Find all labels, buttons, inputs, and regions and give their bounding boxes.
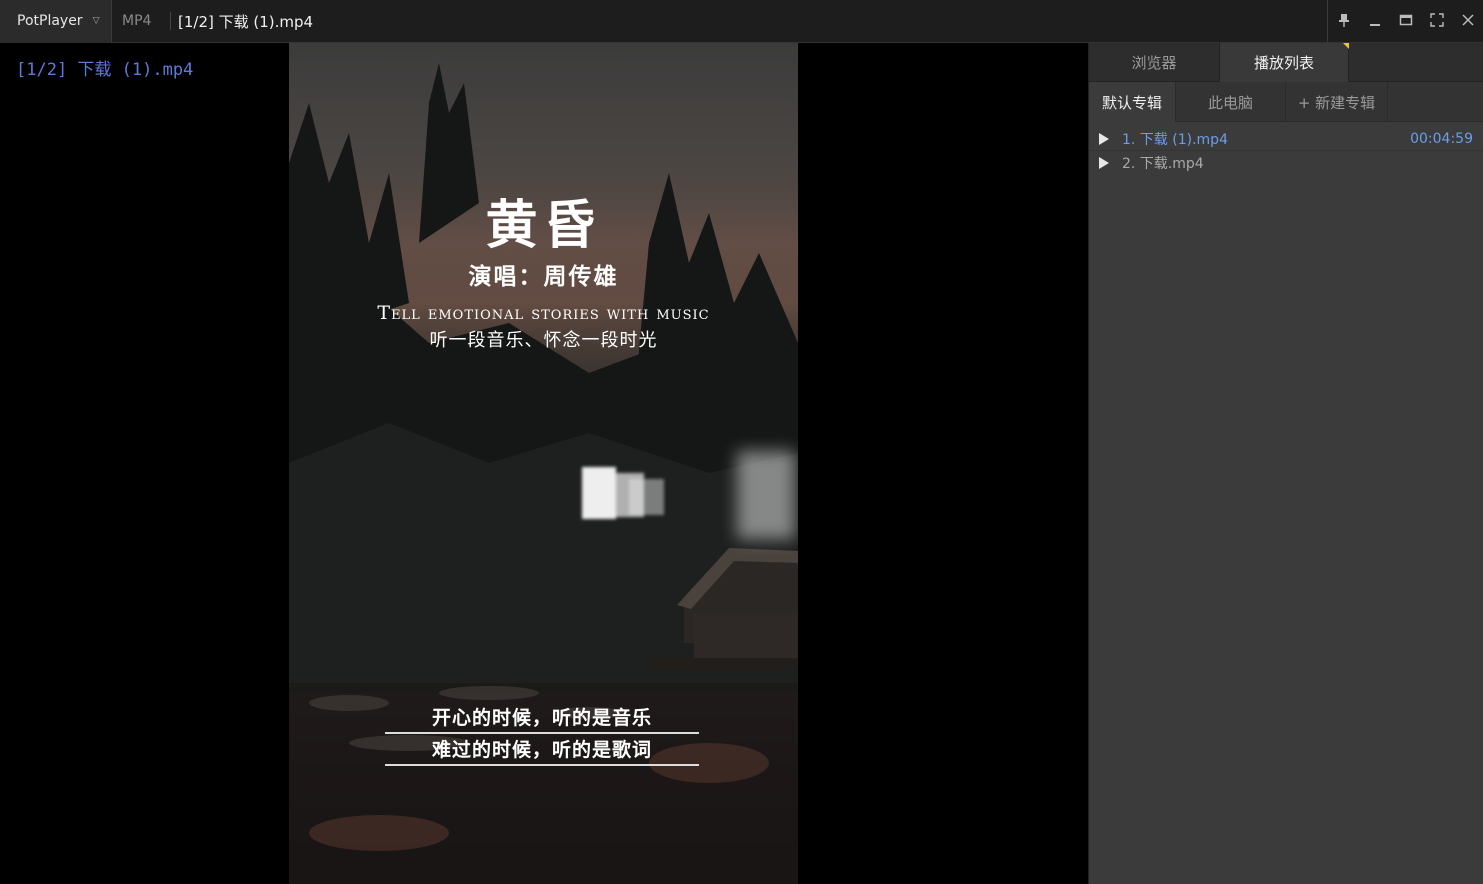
tagline-chinese: 听一段音乐、怀念一段时光: [429, 330, 658, 351]
window-title: [1/2] 下载 (1).mp4: [178, 12, 314, 31]
tab-default-album[interactable]: 默认专辑: [1089, 82, 1176, 122]
minimize-icon[interactable]: [1359, 13, 1390, 31]
video-frame[interactable]: 黄昏 演唱：周传雄 Tell emotional stories with mu…: [289, 43, 798, 884]
tab-playlist[interactable]: 播放列表: [1219, 43, 1349, 82]
album-tabs: 默认专辑 此电脑 + 新建专辑: [1089, 82, 1483, 122]
tab-browser[interactable]: 浏览器: [1089, 43, 1219, 82]
title-bar: PotPlayer ▽ MP4 [1/2] 下载 (1).mp4: [0, 0, 1483, 43]
side-panel: 浏览器 播放列表 默认专辑 此电脑 + 新建专辑 1. 下载 (1).mp4 0…: [1088, 43, 1483, 884]
blurred-text-graphic: [574, 461, 669, 544]
app-menu-button[interactable]: PotPlayer ▽: [0, 0, 112, 43]
playlist-item-1[interactable]: 1. 下载 (1).mp4 00:04:59: [1089, 127, 1483, 151]
play-icon: [1099, 132, 1113, 146]
ghost-text-graphic: [737, 451, 795, 539]
window-controls: [1327, 0, 1483, 43]
title-divider: [170, 12, 171, 30]
tagline-english: Tell emotional stories with music: [377, 302, 710, 324]
video-area[interactable]: [1/2] 下载 (1).mp4 黄昏 演唱：周传雄 Tell emotiona…: [0, 43, 1088, 884]
lyric-line-2: 难过的时候，听的是歌词: [385, 735, 699, 766]
playlist-item-2[interactable]: 2. 下载.mp4: [1089, 151, 1483, 175]
app-name: PotPlayer: [17, 13, 83, 29]
singer-credit: 演唱：周传雄: [468, 263, 619, 290]
playlist: 1. 下载 (1).mp4 00:04:59 2. 下载.mp4: [1089, 122, 1483, 175]
tab-this-pc[interactable]: 此电脑: [1176, 82, 1286, 122]
new-album-button[interactable]: + 新建专辑: [1286, 82, 1388, 122]
fullscreen-icon[interactable]: [1421, 12, 1452, 31]
playlist-item-label: 1. 下载 (1).mp4: [1122, 131, 1228, 148]
playlist-item-duration: 00:04:59: [1410, 130, 1473, 147]
close-icon[interactable]: [1452, 13, 1483, 31]
osd-filename: [1/2] 下载 (1).mp4: [16, 60, 194, 80]
panel-tabs: 浏览器 播放列表: [1089, 43, 1483, 82]
playlist-item-label: 2. 下载.mp4: [1122, 156, 1204, 172]
format-label: MP4: [122, 13, 152, 29]
lyric-line-1: 开心的时候，听的是音乐: [385, 703, 699, 734]
play-icon: [1099, 156, 1113, 170]
pin-icon[interactable]: [1328, 13, 1359, 31]
chevron-down-icon: ▽: [92, 16, 100, 26]
song-title: 黄昏: [485, 195, 602, 256]
maximize-icon[interactable]: [1390, 13, 1421, 31]
